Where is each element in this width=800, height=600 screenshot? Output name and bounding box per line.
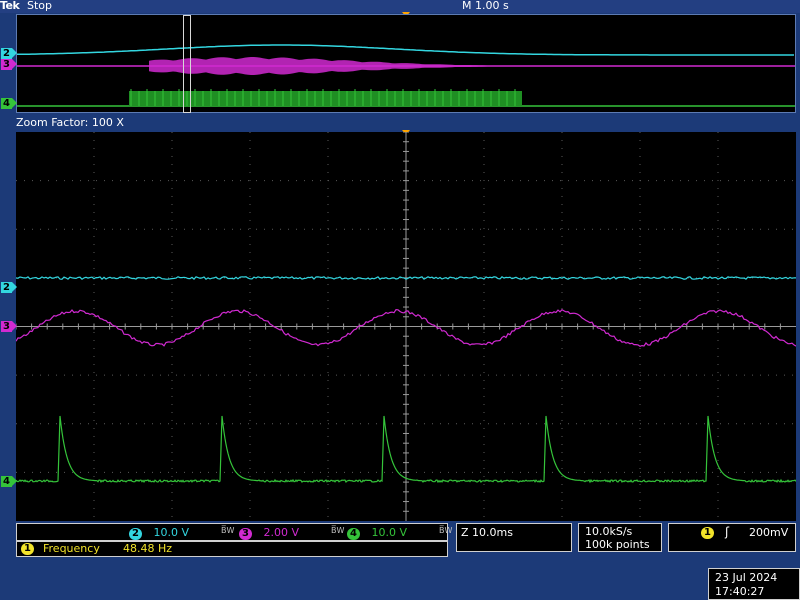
- graticule: [16, 132, 796, 521]
- meas-value: 48.48 Hz: [123, 542, 173, 555]
- zoom-ch2-marker[interactable]: 2: [1, 282, 17, 293]
- status-bar: Tek Stop M 1.00 s: [0, 0, 800, 13]
- trigger-readout[interactable]: 1 ʃ 200mV: [668, 523, 796, 552]
- ch3-scale[interactable]: 3 2.00 V: [239, 526, 299, 540]
- overview-ch3-burst: [149, 57, 491, 75]
- overview-ch4-marker[interactable]: 4: [1, 98, 17, 109]
- trigger-source-badge: 1: [701, 527, 714, 539]
- measurement-readout[interactable]: 1 Frequency 48.48 Hz: [16, 541, 448, 557]
- ch2-scale[interactable]: 2 10.0 V: [129, 526, 189, 540]
- ch4-bandwidth-icon: B̅W: [439, 526, 453, 535]
- meas-ch1-badge: 1: [21, 543, 34, 555]
- trigger-level: 200mV: [749, 526, 789, 539]
- zoom-ch3-marker[interactable]: 3: [1, 321, 17, 332]
- zoom-waveform-window: [16, 132, 796, 521]
- datetime-readout: 23 Jul 2024 17:40:27: [708, 568, 800, 600]
- channel-scale-readout[interactable]: 2 10.0 V B̅W 3 2.00 V B̅W 4 10.0 V B̅W: [16, 523, 452, 541]
- brand-logo: Tek: [0, 0, 20, 12]
- overview-ch2-trace: [17, 44, 794, 56]
- ch2-badge: 2: [129, 528, 142, 540]
- rising-edge-icon: ʃ: [725, 525, 730, 539]
- zoom-factor-label: Zoom Factor: 100 X: [16, 116, 124, 129]
- run-state: Stop: [27, 0, 53, 12]
- time: 17:40:27: [715, 585, 765, 598]
- ch4-scale[interactable]: 4 10.0 V: [347, 526, 407, 540]
- overview-waveform-window: [16, 14, 796, 113]
- acquisition-readout[interactable]: 10.0kS/s 100k points: [578, 523, 662, 552]
- overview-ch2-marker[interactable]: 2: [1, 48, 17, 59]
- date: 23 Jul 2024: [715, 571, 778, 584]
- main-timebase: M 1.00 s: [462, 0, 509, 12]
- ch3-bandwidth-icon: B̅W: [331, 526, 345, 535]
- zoom-region-box[interactable]: [183, 15, 191, 113]
- zoom-timebase-readout[interactable]: Z 10.0ms: [456, 523, 572, 552]
- overview-ch3-marker[interactable]: 3: [1, 59, 17, 70]
- zoom-ch4-marker[interactable]: 4: [1, 476, 17, 487]
- meas-label: Frequency: [43, 542, 100, 555]
- ch4-badge: 4: [347, 528, 360, 540]
- graticule-grid: [16, 132, 796, 521]
- overview-traces: [17, 44, 795, 107]
- ch3-badge: 3: [239, 528, 252, 540]
- ch2-bandwidth-icon: B̅W: [221, 526, 235, 535]
- zoom-label-bar: [16, 114, 796, 129]
- record-length: 100k points: [585, 538, 650, 551]
- sample-rate: 10.0kS/s: [585, 525, 633, 538]
